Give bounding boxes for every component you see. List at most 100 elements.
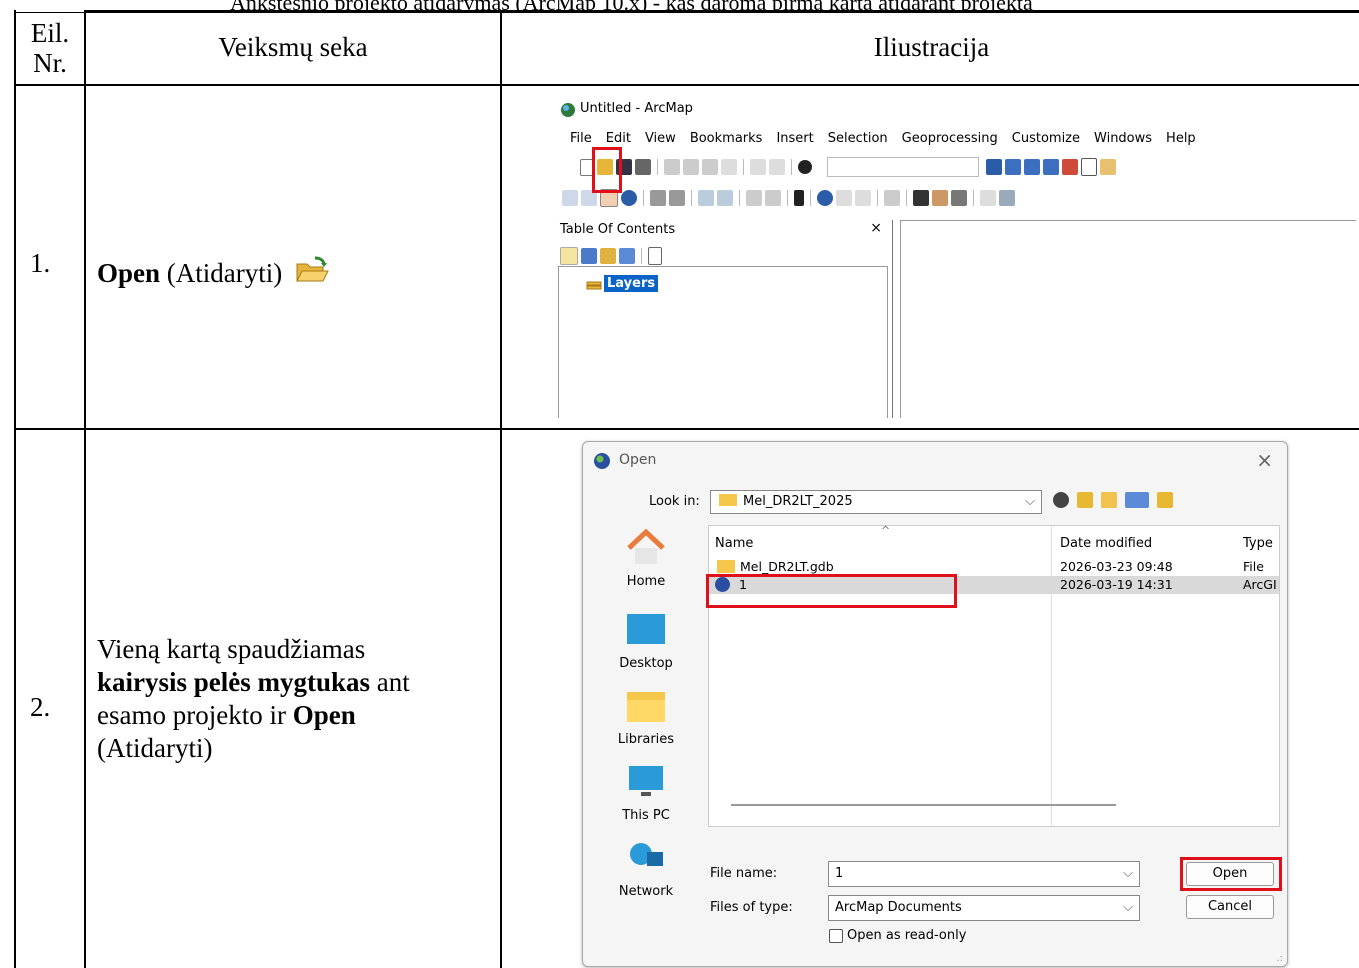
place-home-label: Home xyxy=(626,574,666,589)
place-libraries[interactable]: Libraries xyxy=(593,686,699,747)
time-slider-icon[interactable] xyxy=(980,190,996,206)
modelbuilder-icon[interactable] xyxy=(1100,159,1116,175)
file-name-label: File name: xyxy=(710,866,778,881)
look-in-value: Mel_DR2LT_2025 xyxy=(743,494,853,509)
menu-view[interactable]: View xyxy=(645,131,676,146)
measure-icon[interactable] xyxy=(884,190,900,206)
editor-icon[interactable] xyxy=(986,159,1002,175)
hyperlink-icon[interactable] xyxy=(836,190,852,206)
undo-icon[interactable] xyxy=(750,159,766,175)
paste-icon[interactable] xyxy=(702,159,718,175)
python-window-icon[interactable] xyxy=(1081,158,1097,176)
place-network[interactable]: Network xyxy=(593,838,699,899)
close-icon[interactable]: × xyxy=(1256,448,1273,472)
menu-bookmarks[interactable]: Bookmarks xyxy=(690,131,763,146)
identify-icon[interactable] xyxy=(817,190,833,206)
list-by-drawing-order-icon[interactable] xyxy=(560,247,578,265)
read-only-checkbox[interactable] xyxy=(829,928,843,943)
go-to-xy-icon[interactable] xyxy=(951,190,967,206)
col-type[interactable]: Type xyxy=(1243,536,1273,551)
view-menu-icon[interactable] xyxy=(1125,492,1149,508)
resize-grip-icon[interactable]: .: xyxy=(1276,953,1283,964)
new-folder-icon[interactable] xyxy=(1101,492,1117,508)
horizontal-scrollbar[interactable] xyxy=(731,804,1116,806)
libraries-icon xyxy=(627,692,665,722)
look-in-combo[interactable]: Mel_DR2LT_2025 ⌵ xyxy=(710,490,1042,514)
html-popup-icon[interactable] xyxy=(855,190,871,206)
up-folder-icon[interactable] xyxy=(1077,492,1093,508)
step-1-bold: Open xyxy=(97,258,161,288)
cut-icon[interactable] xyxy=(664,159,680,175)
place-desktop[interactable]: Desktop xyxy=(593,610,699,671)
toc-title: Table Of Contents xyxy=(560,222,676,237)
table-of-contents: Table Of Contents ⨯ xyxy=(556,220,893,418)
print-icon[interactable] xyxy=(635,159,651,175)
read-only-option[interactable]: Open as read-only xyxy=(829,928,966,943)
open-button-highlight xyxy=(1180,857,1282,891)
step-2-text: Vieną kartą spaudžiamas kairysis pelės m… xyxy=(97,633,497,765)
menu-edit[interactable]: Edit xyxy=(606,131,631,146)
find-route-icon[interactable] xyxy=(932,190,948,206)
menu-windows[interactable]: Windows xyxy=(1094,131,1152,146)
menu-selection[interactable]: Selection xyxy=(828,131,888,146)
files-of-type-select[interactable]: ArcMap Documents ⌵ xyxy=(828,895,1140,921)
toc-window-icon[interactable] xyxy=(1005,159,1021,175)
map-data-view[interactable] xyxy=(900,220,1356,418)
standard-toolbar xyxy=(580,155,1116,179)
table-border-left xyxy=(14,10,16,968)
fixed-zoom-out-icon[interactable] xyxy=(669,190,685,206)
tools-toolbar xyxy=(562,186,1015,210)
cancel-button[interactable]: Cancel xyxy=(1186,895,1274,919)
search-window-icon[interactable] xyxy=(1043,159,1059,175)
nav-toolbar xyxy=(1053,492,1173,508)
menu-customize[interactable]: Customize xyxy=(1012,131,1080,146)
menu-help[interactable]: Help xyxy=(1166,131,1196,146)
fixed-zoom-in-icon[interactable] xyxy=(650,190,666,206)
header-no: Eil. Nr. xyxy=(30,18,70,78)
menu-insert[interactable]: Insert xyxy=(776,131,813,146)
add-data-icon[interactable] xyxy=(798,160,812,174)
scale-combo[interactable] xyxy=(827,157,979,177)
chevron-down-icon: ⌵ xyxy=(1123,900,1133,915)
chevron-down-icon: ⌵ xyxy=(1123,866,1133,881)
redo-icon[interactable] xyxy=(769,159,785,175)
back-icon[interactable] xyxy=(698,190,714,206)
place-desktop-label: Desktop xyxy=(619,656,673,671)
arctoolbox-icon[interactable] xyxy=(1062,159,1078,175)
find-icon[interactable] xyxy=(913,190,929,206)
step-2-line4: (Atidaryti) xyxy=(97,733,213,763)
list-by-source-icon[interactable] xyxy=(581,248,597,264)
forward-icon[interactable] xyxy=(717,190,733,206)
menu-geoprocessing[interactable]: Geoprocessing xyxy=(902,131,998,146)
list-by-selection-icon[interactable] xyxy=(619,248,635,264)
home-folder-icon[interactable] xyxy=(1157,492,1173,508)
place-home[interactable]: Home xyxy=(593,528,699,589)
copy-icon[interactable] xyxy=(683,159,699,175)
clear-selection-icon[interactable] xyxy=(765,190,781,206)
row-number-2: 2. xyxy=(30,692,51,722)
back-icon[interactable] xyxy=(1053,492,1069,508)
col-name[interactable]: Name xyxy=(715,536,753,551)
arcmap-globe-icon xyxy=(561,103,575,117)
options-icon[interactable] xyxy=(648,247,662,265)
chevron-down-icon: ⌵ xyxy=(1025,494,1035,509)
files-of-type-label: Files of type: xyxy=(710,900,793,915)
layers-node[interactable]: Layers xyxy=(604,275,659,292)
header-illustration: Iliustracija xyxy=(873,32,990,62)
file-list[interactable]: Name ^ Date modified Type Mel_DR2LT.gdb … xyxy=(708,524,1280,827)
file-name-input[interactable]: 1 ⌵ xyxy=(828,861,1140,887)
catalog-icon[interactable] xyxy=(1024,159,1040,175)
menu-file[interactable]: File xyxy=(570,131,592,146)
col-date[interactable]: Date modified xyxy=(1060,536,1152,551)
place-libraries-label: Libraries xyxy=(617,732,675,747)
select-elements-icon[interactable] xyxy=(794,190,804,206)
swipe-icon[interactable] xyxy=(999,190,1015,206)
select-features-icon[interactable] xyxy=(746,190,762,206)
place-this-pc[interactable]: This PC xyxy=(593,762,699,823)
toc-close-icon[interactable]: ⨯ xyxy=(870,220,882,236)
zoom-in-icon[interactable] xyxy=(562,190,578,206)
list-by-visibility-icon[interactable] xyxy=(600,248,616,264)
full-extent-icon[interactable] xyxy=(621,190,637,206)
dialog-title: Open xyxy=(619,452,657,468)
delete-icon[interactable] xyxy=(721,159,737,175)
